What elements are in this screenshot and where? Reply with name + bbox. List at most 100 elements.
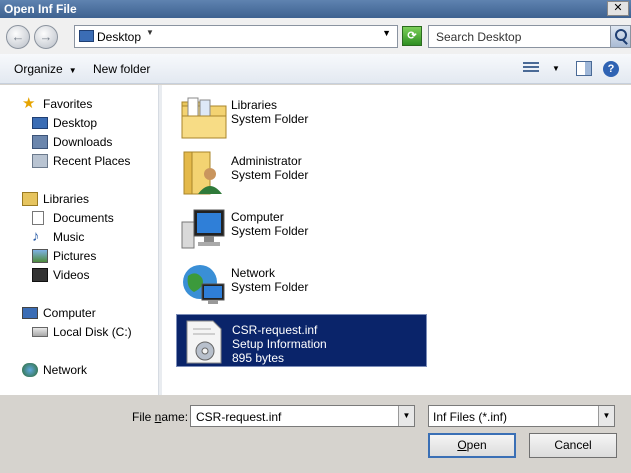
videos-icon [32,267,48,282]
file-text: Computer System Folder [231,210,308,238]
star-icon: ★ [22,94,36,112]
file-name: Computer [231,210,284,224]
chevron-down-icon[interactable]: ▼ [398,406,414,426]
navigation-bar: ← → Desktop ▼ ▼ ⟳ Search Desktop [0,18,631,54]
file-name: CSR-request.inf [232,323,318,337]
address-text: Desktop [97,30,142,44]
desktop-icon [32,116,48,129]
address-dropdown-icon[interactable]: ▼ [382,28,391,38]
sidebar-label: Local Disk (C:) [53,324,132,339]
sidebar-label: Libraries [43,191,90,206]
libraries-icon [22,191,38,206]
title-bar: Open Inf File ✕ [0,0,631,18]
sidebar-label: Music [53,229,85,244]
file-type: Setup Information [232,337,327,351]
cancel-button[interactable]: Cancel [529,433,617,458]
computer-icon [22,306,38,319]
window-title: Open Inf File [4,2,77,16]
file-type: System Folder [231,224,309,238]
sidebar-item-network[interactable]: Network [22,361,87,378]
preview-pane-icon[interactable] [576,61,592,76]
file-text: CSR-request.inf Setup Information 895 by… [232,323,327,365]
new-folder-button[interactable]: New folder [93,62,150,76]
network-icon [22,362,38,377]
chevron-down-icon[interactable]: ▼ [598,406,614,426]
close-button[interactable]: ✕ [607,1,629,16]
file-name: Libraries [231,98,278,112]
file-name-field[interactable]: CSR-request.inf ▼ [190,405,415,427]
help-icon[interactable]: ? [603,61,619,77]
file-text: Administrator System Folder [231,154,308,182]
sidebar-item-documents[interactable]: Documents [32,209,114,226]
sidebar-label: Favorites [43,96,93,111]
file-name-value: CSR-request.inf [196,410,282,424]
file-name: Network [231,266,276,280]
list-item-selected[interactable]: CSR-request.inf Setup Information 895 by… [176,314,427,367]
sidebar-label: Network [43,362,88,377]
file-text: Network System Folder [231,266,308,294]
list-item[interactable]: Libraries System Folder [176,90,426,142]
sidebar-label: Desktop [53,115,98,130]
file-name-label: File name: [132,410,188,424]
forward-button[interactable]: → [34,25,58,49]
organize-button[interactable]: Organize ▼ [14,62,77,76]
inf-file-icon [186,320,222,364]
sidebar-label: Pictures [53,248,97,263]
change-view-icon[interactable] [523,62,539,76]
libraries-folder-icon [181,97,227,139]
file-type-select[interactable]: Inf Files (*.inf) ▼ [428,405,615,427]
pictures-icon [32,248,48,263]
address-bar[interactable]: Desktop ▼ ▼ [74,25,398,48]
list-item[interactable]: Network System Folder [176,258,426,310]
sidebar-item-recent-places[interactable]: Recent Places [32,152,130,169]
file-type: System Folder [231,280,309,294]
file-text: Libraries System Folder [231,98,308,126]
file-type: System Folder [231,168,309,182]
file-size: 895 bytes [232,351,285,365]
command-toolbar: Organize ▼ New folder ▼ ? [0,54,631,84]
sidebar-item-computer[interactable]: Computer [22,304,96,321]
desktop-icon [79,30,94,42]
dialog-footer: File name: CSR-request.inf ▼ Inf Files (… [0,395,631,473]
sidebar-item-desktop[interactable]: Desktop [32,114,97,131]
file-name-label-part: File [132,410,155,424]
recent-places-icon [32,153,48,168]
search-icon[interactable] [610,25,631,48]
sidebar-label: Downloads [53,134,113,149]
navigation-pane: ★ Favorites Desktop Downloads Recent Pla… [0,85,159,395]
open-accel: O [457,438,467,452]
file-name-label-part: ame: [161,410,189,424]
sidebar-label: Computer [43,305,96,320]
search-placeholder: Search Desktop [436,30,522,44]
local-disk-icon [32,326,48,337]
sidebar-item-libraries[interactable]: Libraries [22,190,89,207]
list-item[interactable]: Computer System Folder [176,202,426,254]
sidebar-item-videos[interactable]: Videos [32,266,89,283]
downloads-icon [32,134,48,149]
music-icon: ♪ [32,227,40,245]
file-type-value: Inf Files (*.inf) [433,410,508,424]
refresh-button[interactable]: ⟳ [402,26,422,46]
sidebar-item-music[interactable]: ♪ Music [32,228,84,245]
sidebar-item-pictures[interactable]: Pictures [32,247,96,264]
computer-icon [181,209,225,249]
search-input[interactable]: Search Desktop [428,25,611,48]
file-list: Libraries System Folder Administrator Sy… [162,85,631,395]
view-options-chevron-icon[interactable]: ▼ [552,64,560,73]
documents-icon [32,210,44,225]
breadcrumb-arrow-icon[interactable]: ▼ [146,28,154,37]
sidebar-item-local-disk[interactable]: Local Disk (C:) [32,323,132,340]
organize-label: Organize [14,62,63,76]
sidebar-item-favorites[interactable]: ★ Favorites [22,95,92,112]
user-folder-icon [183,151,222,195]
open-button[interactable]: Open [428,433,516,458]
open-label: pen [466,438,487,452]
sidebar-label: Videos [53,267,90,282]
list-item[interactable]: Administrator System Folder [176,146,426,198]
sidebar-label: Documents [53,210,114,225]
sidebar-item-downloads[interactable]: Downloads [32,133,112,150]
back-button[interactable]: ← [6,25,30,49]
file-name: Administrator [231,154,302,168]
file-type: System Folder [231,112,309,126]
chevron-down-icon: ▼ [68,66,77,75]
